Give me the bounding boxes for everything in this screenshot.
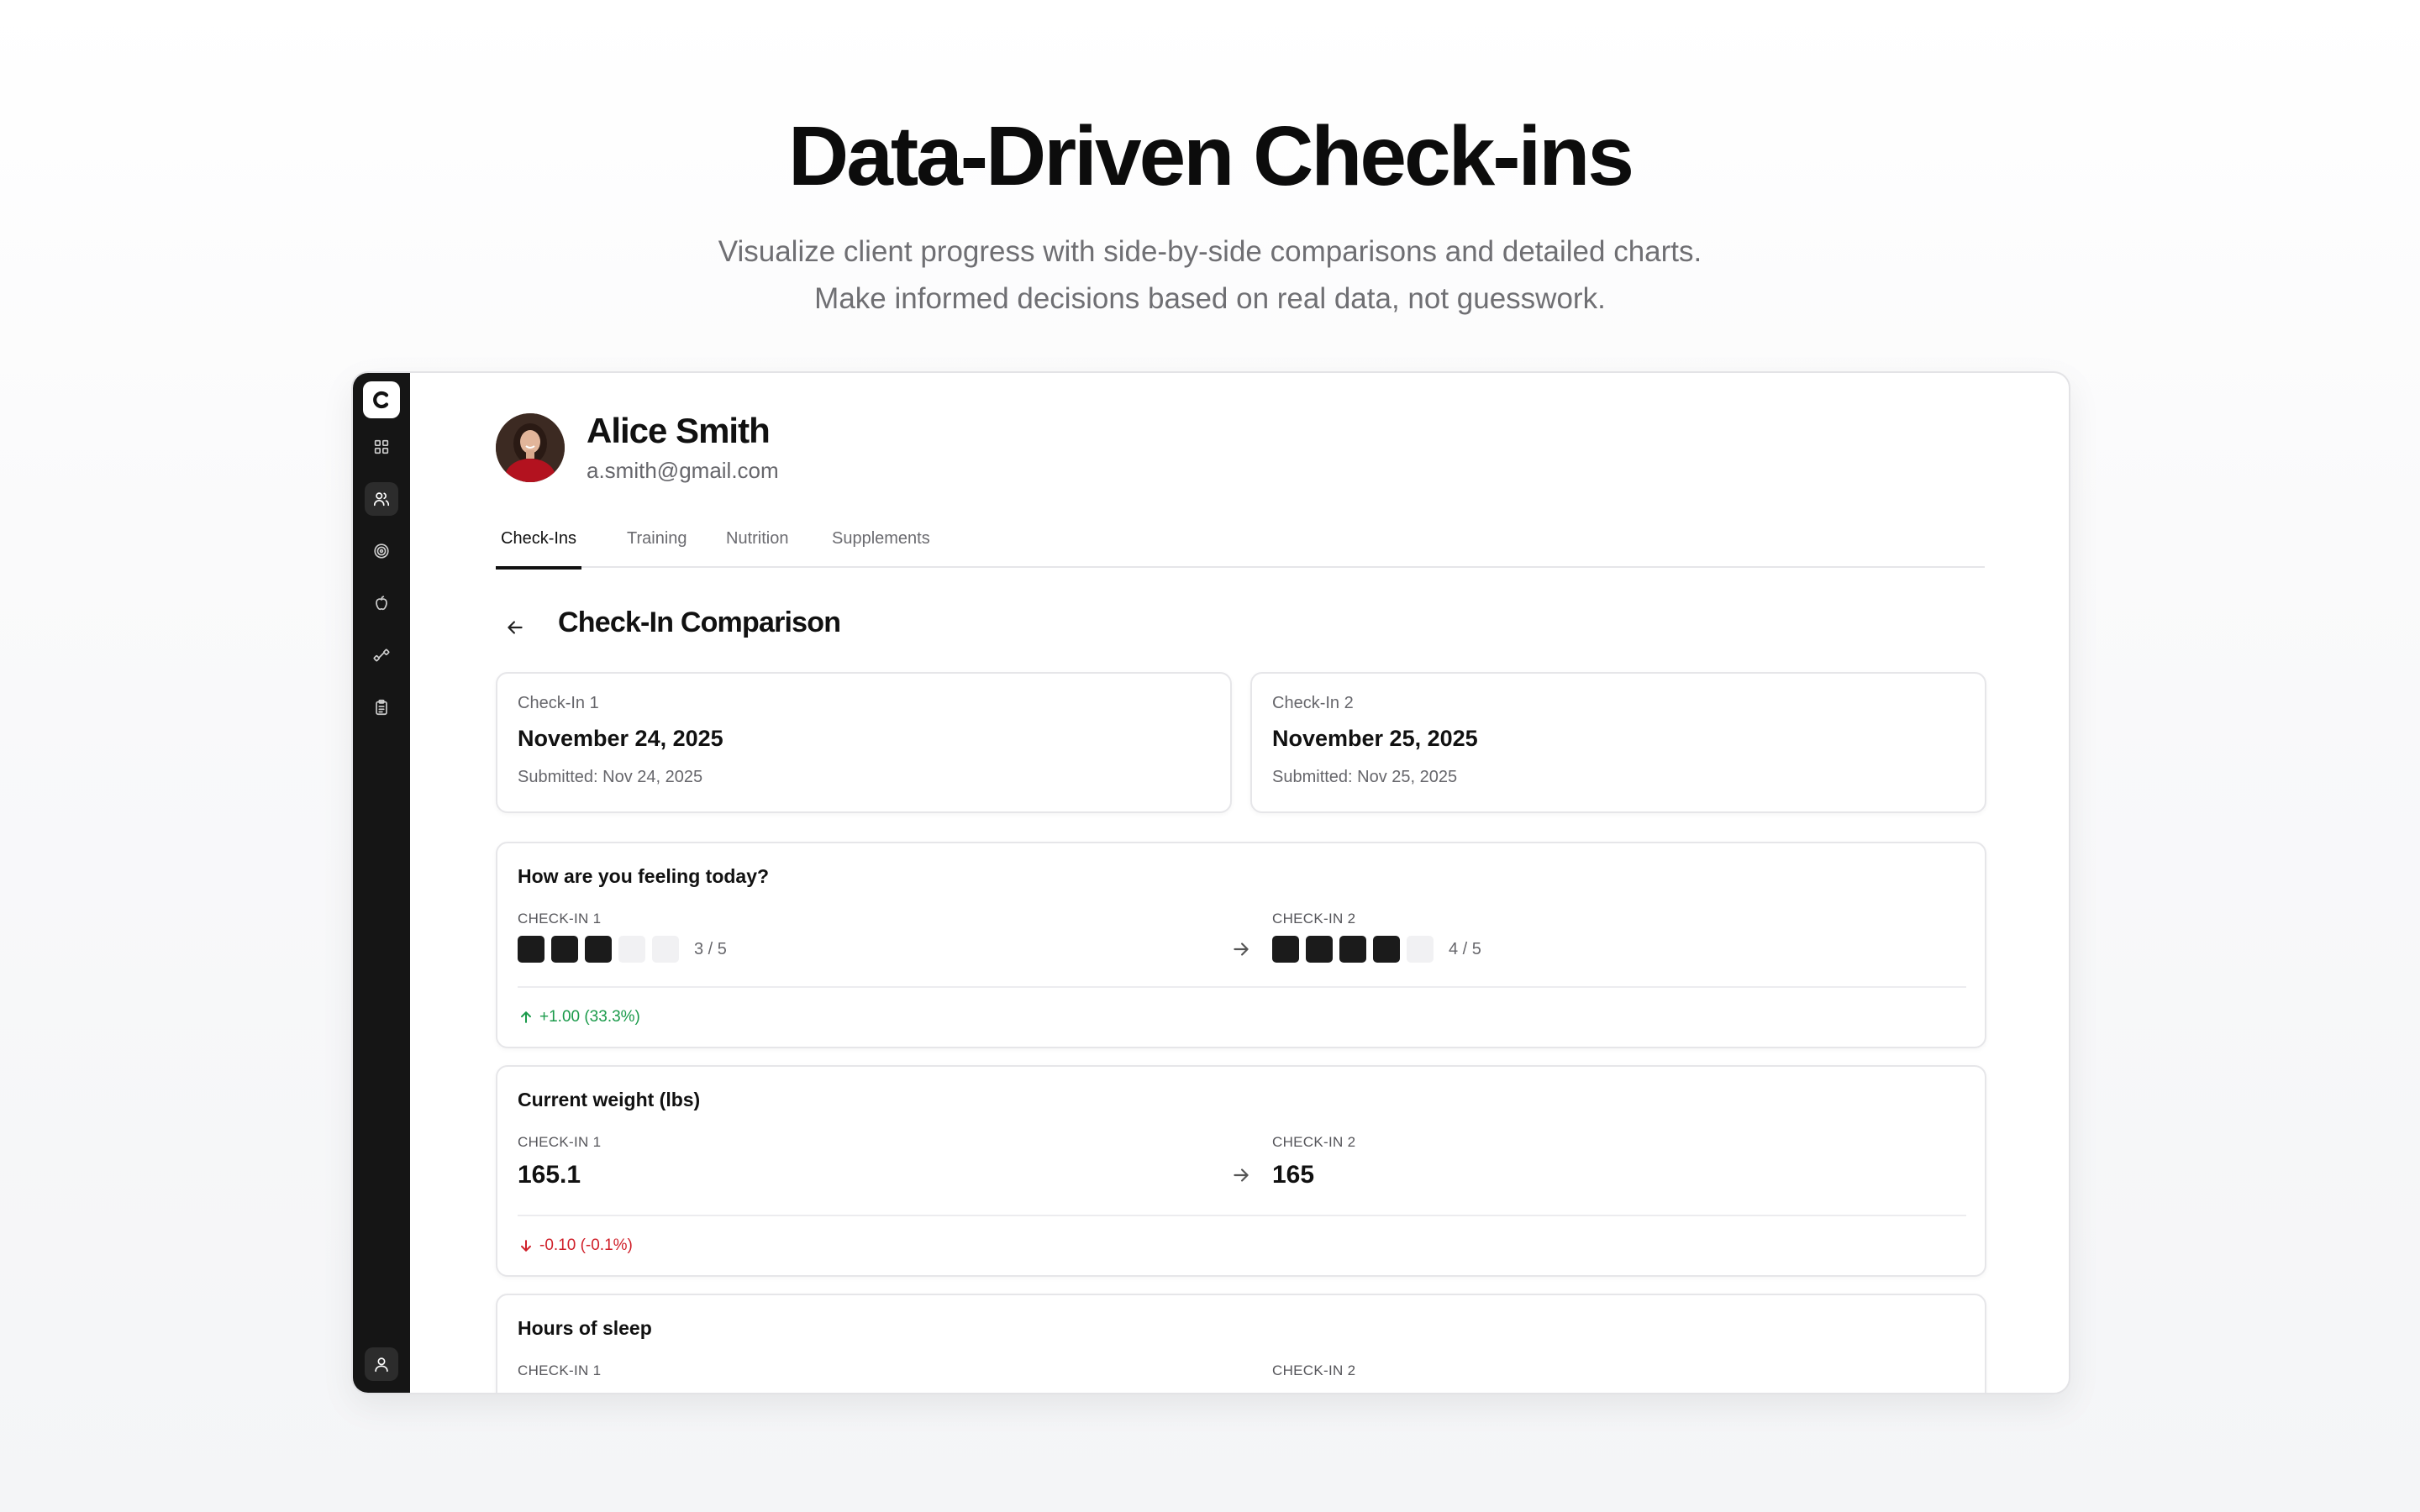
- arrow-up-icon: [521, 1011, 531, 1023]
- sidebar-item-profile[interactable]: [365, 1347, 398, 1381]
- divider: [518, 986, 1966, 988]
- rating-value: 4 / 5: [1449, 939, 1481, 958]
- divider: [518, 1215, 1966, 1216]
- rating-square-filled: [551, 936, 578, 963]
- back-arrow-icon[interactable]: [504, 617, 526, 638]
- tab-check-ins[interactable]: Check-Ins: [496, 522, 582, 570]
- weight-value-checkin-2: 165: [1272, 1161, 1315, 1189]
- target-icon: [374, 543, 389, 559]
- hero-section: Data-Driven Check-ins Visualize client p…: [0, 106, 2420, 323]
- checkin-label: Check-In 2: [1272, 694, 1354, 712]
- question-card-weight: Current weight (lbs) CHECK-IN 1 165.1 CH…: [496, 1065, 1986, 1277]
- arrow-down-icon: [521, 1240, 531, 1252]
- sidebar-item-dashboard[interactable]: [365, 430, 398, 464]
- checkin-submitted: Submitted: Nov 25, 2025: [1272, 768, 1458, 786]
- sidebar: [353, 373, 410, 1393]
- question-title: Current weight (lbs): [518, 1089, 701, 1110]
- client-photo: [496, 413, 565, 482]
- tab-supplements[interactable]: Supplements: [832, 522, 930, 568]
- rating-value: 3 / 5: [694, 939, 727, 958]
- hero-subtitle-line-1: Visualize client progress with side-by-s…: [718, 235, 1702, 268]
- sidebar-item-clients[interactable]: [365, 482, 398, 516]
- dumbbell-icon: [373, 648, 390, 662]
- rating-square-empty: [618, 936, 645, 963]
- user-profile-icon: [375, 1357, 388, 1373]
- checkin-date: November 24, 2025: [518, 726, 723, 751]
- question-title: Hours of sleep: [518, 1317, 652, 1339]
- rating-checkin-1: 3 / 5: [518, 936, 727, 963]
- hero-title: Data-Driven Check-ins: [788, 109, 1634, 203]
- change-indicator: +1.00 (33.3%): [518, 1008, 640, 1026]
- users-icon: [373, 492, 390, 507]
- main-content: Alice Smith a.smith@gmail.com Check-Ins …: [410, 373, 2069, 1393]
- question-card-sleep: Hours of sleep CHECK-IN 1 CHECK-IN 2: [496, 1294, 1986, 1393]
- clipboard-icon: [376, 699, 387, 716]
- rating-square-empty: [1407, 936, 1434, 963]
- tab-nutrition[interactable]: Nutrition: [726, 522, 788, 568]
- change-indicator: -0.10 (-0.1%): [518, 1236, 633, 1255]
- arrow-right-icon: [1234, 942, 1249, 956]
- app-window: Alice Smith a.smith@gmail.com Check-Ins …: [351, 371, 2070, 1394]
- hero-subtitle-line-2: Make informed decisions based on real da…: [814, 282, 1606, 315]
- question-card-feeling: How are you feeling today? CHECK-IN 1 3 …: [496, 842, 1986, 1048]
- dashboard-grid-icon: [374, 439, 389, 454]
- rating-checkin-2: 4 / 5: [1272, 936, 1481, 963]
- tab-training[interactable]: Training: [627, 522, 687, 568]
- rating-square-empty: [652, 936, 679, 963]
- column-label-checkin-1: CHECK-IN 1: [518, 1362, 602, 1378]
- rating-square-filled: [1373, 936, 1400, 963]
- avatar: [496, 413, 565, 482]
- rating-square-filled: [1306, 936, 1333, 963]
- hero-subtitle: Visualize client progress with side-by-s…: [0, 228, 2420, 323]
- sidebar-item-training[interactable]: [365, 638, 398, 672]
- question-title: How are you feeling today?: [518, 865, 770, 887]
- column-label-checkin-2: CHECK-IN 2: [1272, 1134, 1356, 1150]
- client-name: Alice Smith: [587, 411, 771, 450]
- rating-square-filled: [1339, 936, 1366, 963]
- checkin-1-card[interactable]: Check-In 1 November 24, 2025 Submitted: …: [496, 672, 1232, 813]
- checkin-submitted: Submitted: Nov 24, 2025: [518, 768, 703, 786]
- rating-squares: [1272, 936, 1440, 963]
- column-label-checkin-1: CHECK-IN 1: [518, 911, 602, 927]
- column-label-checkin-2: CHECK-IN 2: [1272, 911, 1356, 927]
- checkin-2-card[interactable]: Check-In 2 November 25, 2025 Submitted: …: [1250, 672, 1986, 813]
- sidebar-item-goals[interactable]: [365, 534, 398, 568]
- sidebar-item-checkins[interactable]: [365, 690, 398, 724]
- client-email: a.smith@gmail.com: [587, 458, 779, 483]
- apple-icon: [376, 596, 387, 611]
- weight-value-checkin-1: 165.1: [518, 1161, 581, 1189]
- checkin-label: Check-In 1: [518, 694, 599, 712]
- arrow-right-icon: [1234, 1168, 1249, 1182]
- section-title: Check-In Comparison: [558, 606, 841, 638]
- sidebar-item-nutrition[interactable]: [365, 586, 398, 620]
- logo-c-icon: [373, 391, 389, 409]
- checkin-date: November 25, 2025: [1272, 726, 1478, 751]
- column-label-checkin-1: CHECK-IN 1: [518, 1134, 602, 1150]
- column-label-checkin-2: CHECK-IN 2: [1272, 1362, 1356, 1378]
- app-logo[interactable]: [363, 381, 400, 418]
- rating-square-filled: [585, 936, 612, 963]
- change-value: +1.00 (33.3%): [539, 1008, 640, 1026]
- change-value: -0.10 (-0.1%): [539, 1236, 633, 1254]
- rating-square-filled: [518, 936, 544, 963]
- rating-squares: [518, 936, 686, 963]
- rating-square-filled: [1272, 936, 1299, 963]
- tab-bar: Check-Ins Training Nutrition Supplements: [496, 522, 1985, 570]
